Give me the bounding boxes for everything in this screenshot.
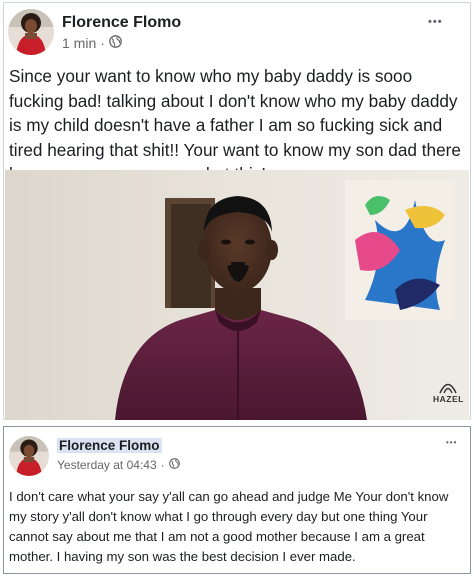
watermark-logo: HAZEL xyxy=(433,380,463,404)
more-options-button[interactable]: ••• xyxy=(428,16,443,28)
globe-icon xyxy=(109,35,122,51)
meta-separator: · xyxy=(100,35,105,51)
more-options-button[interactable]: ••• xyxy=(446,438,457,447)
post-meta: 1 min · xyxy=(62,35,122,51)
author-avatar[interactable] xyxy=(9,436,49,476)
post-photo[interactable]: HAZEL xyxy=(5,170,469,420)
post-meta: Yesterday at 04:43 · xyxy=(57,458,180,472)
timestamp[interactable]: Yesterday at 04:43 xyxy=(57,458,157,472)
timestamp[interactable]: 1 min xyxy=(62,35,96,51)
meta-separator: · xyxy=(160,458,165,472)
author-name[interactable]: Florence Flomo xyxy=(57,438,162,453)
author-name[interactable]: Florence Flomo xyxy=(62,14,181,32)
post-text: I don't care what your say y'all can go … xyxy=(9,489,449,564)
author-avatar[interactable] xyxy=(8,9,54,55)
watermark-text: HAZEL xyxy=(433,394,464,404)
post-text: Since your want to know who my baby dadd… xyxy=(9,66,461,184)
globe-icon xyxy=(168,458,180,472)
